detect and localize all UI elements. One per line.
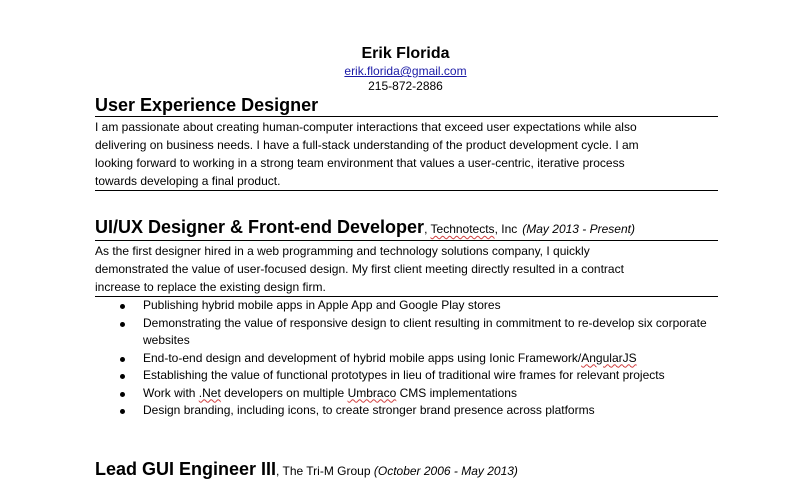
summary-line: I am passionate about creating human-com… <box>95 120 637 134</box>
list-item: Design branding, including icons, to cre… <box>95 402 718 420</box>
bullet-icon <box>120 304 125 309</box>
job-company-suffix: , Inc <box>494 222 518 236</box>
summary-line: towards developing a final product. <box>95 174 281 188</box>
job-title: Lead GUI Engineer III <box>95 459 277 479</box>
email-link[interactable]: erik.florida@gmail.com <box>0 64 811 78</box>
bullet-text: CMS implementations <box>396 385 517 400</box>
job-section: UI/UX Designer & Front-end Developer, Te… <box>95 216 718 420</box>
bullet-text: Design branding, including icons, to cre… <box>143 403 595 417</box>
bullet-icon <box>120 374 125 379</box>
resume-page: Erik Florida erik.florida@gmail.com 215-… <box>0 0 811 479</box>
bullet-text: Demonstrating the value of responsive de… <box>143 315 707 348</box>
candidate-name: Erik Florida <box>361 45 450 62</box>
job-summary: As the first designer hired in a web pro… <box>95 241 718 296</box>
job-company: Technotects <box>430 222 495 236</box>
summary-line: looking forward to working in a strong t… <box>95 156 625 170</box>
summary-section: User Experience Designer I am passionate… <box>95 94 718 191</box>
job-summary-line: increase to replace the existing design … <box>95 280 326 294</box>
summary-bottom-rule <box>95 190 718 191</box>
job-heading: Lead GUI Engineer III, The Tri-M Group (… <box>95 458 718 482</box>
list-item: Establishing the value of functional pro… <box>95 367 718 385</box>
list-item: End-to-end design and development of hyb… <box>95 350 718 368</box>
job-title: UI/UX Designer & Front-end Developer <box>95 217 425 237</box>
bullet-text: Publishing hybrid mobile apps in Apple A… <box>143 298 501 312</box>
job-bullet-list: Publishing hybrid mobile apps in Apple A… <box>95 297 718 420</box>
list-item: Publishing hybrid mobile apps in Apple A… <box>95 297 718 315</box>
bullet-icon <box>120 391 125 397</box>
bullet-text: developers on multiple <box>220 385 348 400</box>
bullet-text: Work with <box>143 385 199 400</box>
summary-line: delivering on business needs. I have a f… <box>95 138 639 152</box>
bullet-icon <box>120 356 125 362</box>
bullet-text: End-to-end design and development of hyb… <box>143 350 582 365</box>
bullet-icon <box>120 321 125 327</box>
list-item: Demonstrating the value of responsive de… <box>95 315 718 350</box>
list-item: Work with .Net developers on multiple Um… <box>95 385 718 403</box>
summary-heading: User Experience Designer <box>95 95 319 115</box>
bullet-icon <box>120 409 125 414</box>
bullet-flagged-word: .Net <box>198 385 221 400</box>
bullet-text: Establishing the value of functional pro… <box>143 368 665 382</box>
job-summary-line: As the first designer hired in a web pro… <box>95 244 590 258</box>
job-heading: UI/UX Designer & Front-end Developer, Te… <box>95 216 718 240</box>
job-summary-line: demonstrated the value of user-focused d… <box>95 262 624 276</box>
summary-paragraph: I am passionate about creating human-com… <box>95 117 718 190</box>
phone-number: 215-872-2886 <box>368 79 443 93</box>
job-section: Lead GUI Engineer III, The Tri-M Group (… <box>95 458 718 482</box>
job-dates: (May 2013 - Present) <box>522 222 635 236</box>
bullet-flagged-word: AngularJS <box>581 350 637 365</box>
bullet-flagged-word: Umbraco <box>347 385 397 400</box>
contact-header: Erik Florida erik.florida@gmail.com 215-… <box>0 44 811 93</box>
